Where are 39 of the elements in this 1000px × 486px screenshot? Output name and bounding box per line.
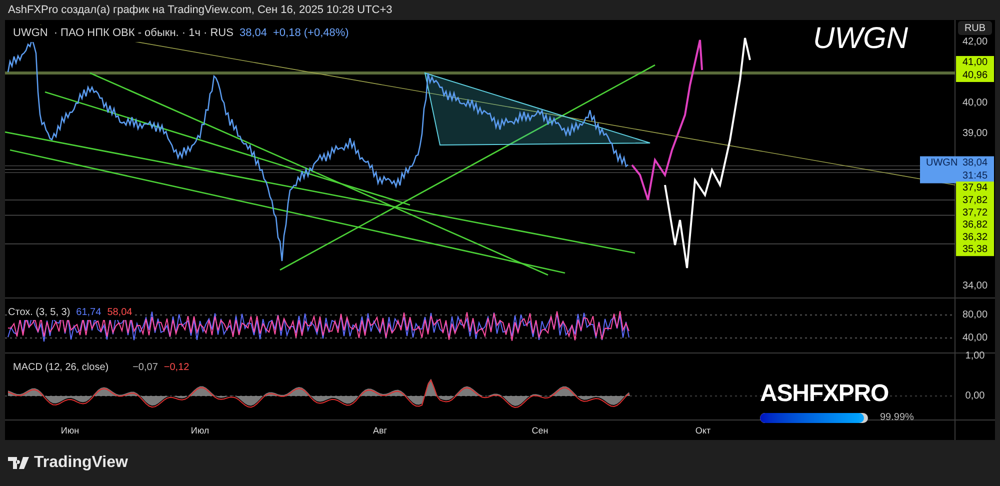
price-level-label: 40,96 [956,69,994,82]
oscillator-tick: 80,00 [962,310,988,321]
price-tick: 42,00 [962,36,988,48]
tradingview-logo-icon [8,457,30,469]
tradingview-logo-text: TradingView [34,453,128,473]
price-level-label: 36,82 [956,218,994,232]
price-tick: 34,00 [962,280,988,292]
time-axis-label: Июн [60,425,80,436]
chart-title: UWGN [813,24,908,54]
macd-tick: 1,00 [965,350,985,362]
time-axis-label: Июл [190,425,210,436]
price-level-label: 37,82 [956,194,994,207]
price-tick: 39,00 [962,128,988,140]
macd-value: −0,07 [132,361,158,375]
progress-reading: 99.99% [880,411,914,425]
stochastic-legend: Стох. (3, 5, 3) [8,305,70,320]
macd-legend: MACD (12, 26, close) [13,360,109,375]
symbol-description: · ПАО НПК ОВК - обыкн. · 1ч · RUS [54,26,234,41]
price-level-label: 37,94 [956,182,994,195]
price-level-label: 41,00 [956,56,994,69]
price-change: +0,18 (+0,48%) [272,26,349,41]
time-axis-label: Авг [372,425,388,436]
oscillator-tick: 40,00 [962,332,988,344]
time-axis-label: Сен [532,425,548,436]
time-axis-label: Окт [695,425,711,436]
price-level-label: 36,32 [956,230,994,244]
chart-credit: AshFXPro создал(а) график на TradingView.com, Сен 16, 2025 10:28 UTC+3 [8,2,392,18]
price-value: 38,04 [239,26,267,41]
stochastic-k-value: 61,74 [76,306,102,320]
macd-tick: 0,00 [965,390,985,402]
signal-value: −0,12 [164,361,190,375]
last-price-label: UWGN 38,04 31:45 [920,156,994,184]
currency-button[interactable]: RUB [958,21,992,35]
stochastic-d-value: 58,04 [107,306,132,320]
price-level-label: 35,38 [956,243,994,256]
price-level-label: 37,72 [956,206,994,220]
price-tick: 40,00 [962,98,988,109]
symbol-label: UWGN [13,26,48,41]
brand-logo-text: ASHFXPRO [760,382,890,406]
